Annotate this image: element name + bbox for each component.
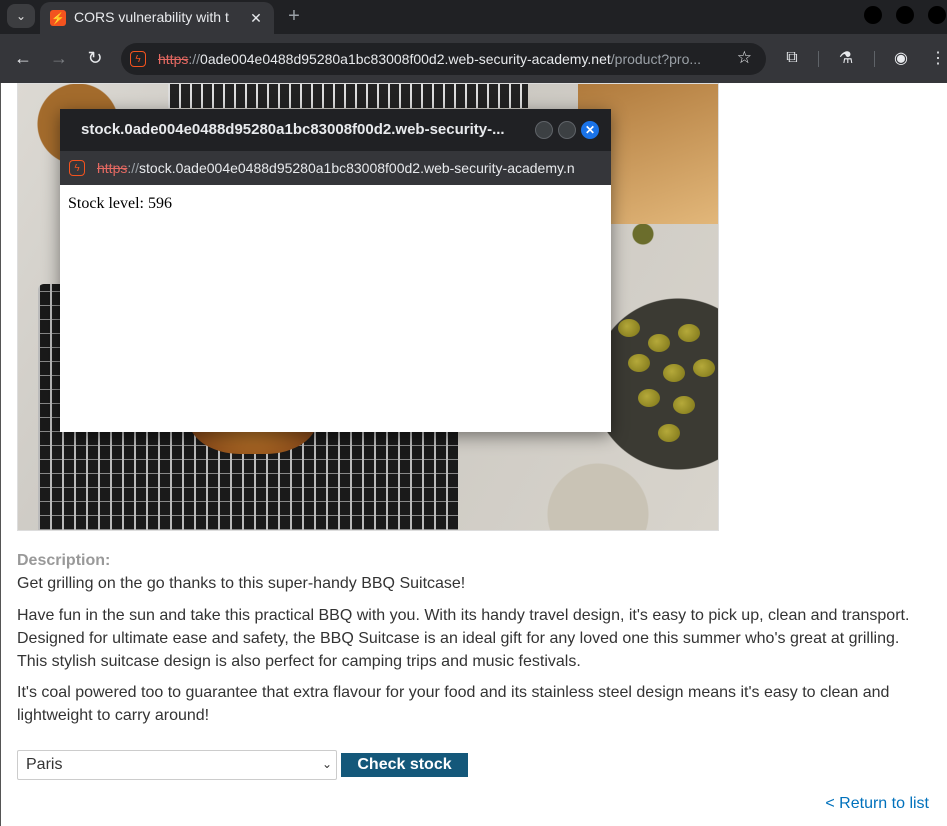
image-decoration — [663, 364, 685, 382]
stock-level-text: Stock level: 596 — [68, 195, 172, 212]
arrow-right-icon[interactable]: → — [47, 46, 71, 70]
description-paragraph: It's coal powered too to guarantee that … — [17, 684, 890, 724]
minimize-window-button[interactable] — [864, 6, 882, 24]
site-info-icon[interactable]: ϟ — [130, 51, 146, 67]
lightning-icon: ⚡ — [50, 10, 66, 26]
url-separator: :// — [188, 51, 201, 67]
puzzle-icon[interactable]: ⧉ — [782, 48, 802, 68]
plus-icon[interactable]: + — [284, 4, 304, 28]
image-decoration — [618, 319, 640, 337]
browser-tab[interactable]: ⚡ CORS vulnerability with t ✕ — [40, 2, 274, 34]
image-decoration — [648, 334, 670, 352]
popup-url: https://stock.0ade004e0488d95280a1bc8300… — [97, 160, 592, 176]
stock-popup-window: stock.0ade004e0488d95280a1bc83008f00d2.w… — [60, 109, 611, 432]
tab-title: CORS vulnerability with t — [74, 9, 229, 25]
popup-body: Stock level: 596 — [60, 185, 611, 432]
popup-titlebar[interactable]: stock.0ade004e0488d95280a1bc83008f00d2.w… — [60, 109, 611, 151]
url-path: /product?pro... — [610, 51, 702, 67]
description-paragraph: Get grilling on the go thanks to this su… — [17, 575, 466, 592]
popup-maximize-button[interactable] — [558, 121, 576, 139]
popup-minimize-button[interactable] — [535, 121, 553, 139]
popup-url-separator: :// — [127, 160, 140, 176]
store-select[interactable]: Paris ⌄ — [17, 750, 337, 780]
image-decoration — [628, 354, 650, 372]
address-url[interactable]: https://0ade004e0488d95280a1bc83008f00d2… — [158, 51, 728, 67]
check-stock-button[interactable]: Check stock — [341, 753, 468, 777]
chevron-down-icon[interactable]: ⌄ — [7, 4, 35, 28]
close-icon[interactable]: ✕ — [246, 8, 266, 28]
kebab-menu-icon[interactable]: ⋮ — [928, 48, 947, 68]
popup-title: stock.0ade004e0488d95280a1bc83008f00d2.w… — [81, 121, 505, 138]
return-to-list-link[interactable]: < Return to list — [825, 795, 929, 813]
popup-address-bar: ϟ https://stock.0ade004e0488d95280a1bc83… — [60, 151, 611, 185]
image-decoration — [673, 396, 695, 414]
description-paragraph: Have fun in the sun and take this practi… — [17, 607, 910, 670]
image-decoration — [638, 389, 660, 407]
maximize-window-button[interactable] — [896, 6, 914, 24]
address-bar[interactable]: ϟ https://0ade004e0488d95280a1bc83008f00… — [121, 43, 766, 75]
toolbar-divider — [874, 51, 875, 67]
image-decoration — [693, 359, 715, 377]
image-decoration — [658, 424, 680, 442]
window-border — [0, 83, 1, 826]
star-icon[interactable]: ☆ — [737, 48, 752, 68]
toolbar-divider — [818, 51, 819, 67]
image-decoration — [168, 84, 528, 108]
browser-toolbar: ← → ↻ ϟ https://0ade004e0488d95280a1bc83… — [0, 34, 947, 83]
reload-icon[interactable]: ↻ — [83, 46, 107, 70]
browser-tab-strip: ⌄ ⚡ CORS vulnerability with t ✕ + — [0, 0, 947, 34]
store-select-value: Paris — [26, 756, 63, 773]
popup-url-rest: stock.0ade004e0488d95280a1bc83008f00d2.w… — [139, 160, 575, 176]
arrow-left-icon[interactable]: ← — [11, 46, 35, 70]
close-icon[interactable]: ✕ — [581, 121, 599, 139]
site-info-icon[interactable]: ϟ — [69, 160, 85, 176]
popup-url-scheme: https — [97, 160, 128, 176]
profile-icon[interactable]: ◉ — [891, 48, 911, 68]
image-decoration — [678, 324, 700, 342]
flask-icon[interactable]: ⚗ — [836, 48, 856, 68]
url-host: 0ade004e0488d95280a1bc83008f00d2.web-sec… — [200, 51, 611, 67]
url-scheme: https — [158, 51, 189, 67]
description-heading: Description: — [17, 552, 111, 569]
chevron-down-icon: ⌄ — [321, 757, 332, 771]
close-window-button[interactable] — [928, 6, 946, 24]
